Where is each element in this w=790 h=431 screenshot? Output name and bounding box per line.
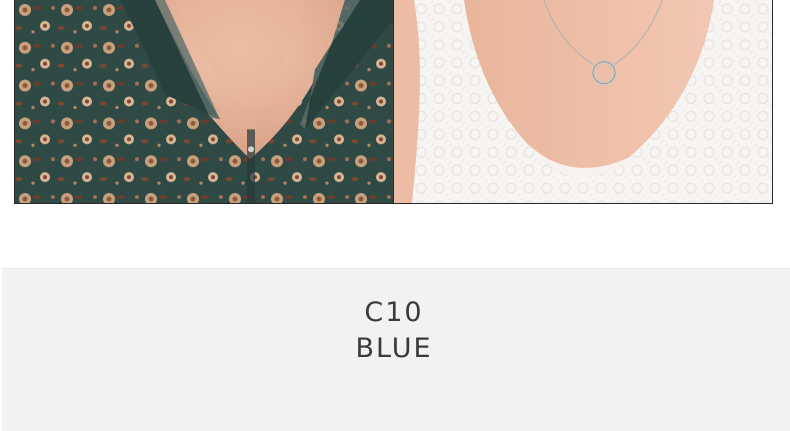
product-photo-row xyxy=(14,0,773,204)
lace-top-necklace-photo-icon xyxy=(394,0,772,203)
variant-color-name: BLUE xyxy=(355,333,433,364)
variant-code: C10 xyxy=(364,297,424,328)
floral-shirt-collar-photo-icon xyxy=(15,0,393,203)
photo-floral-shirt xyxy=(15,0,394,203)
color-variant-panel: C10 BLUE xyxy=(2,268,790,431)
photo-lace-top xyxy=(394,0,772,203)
